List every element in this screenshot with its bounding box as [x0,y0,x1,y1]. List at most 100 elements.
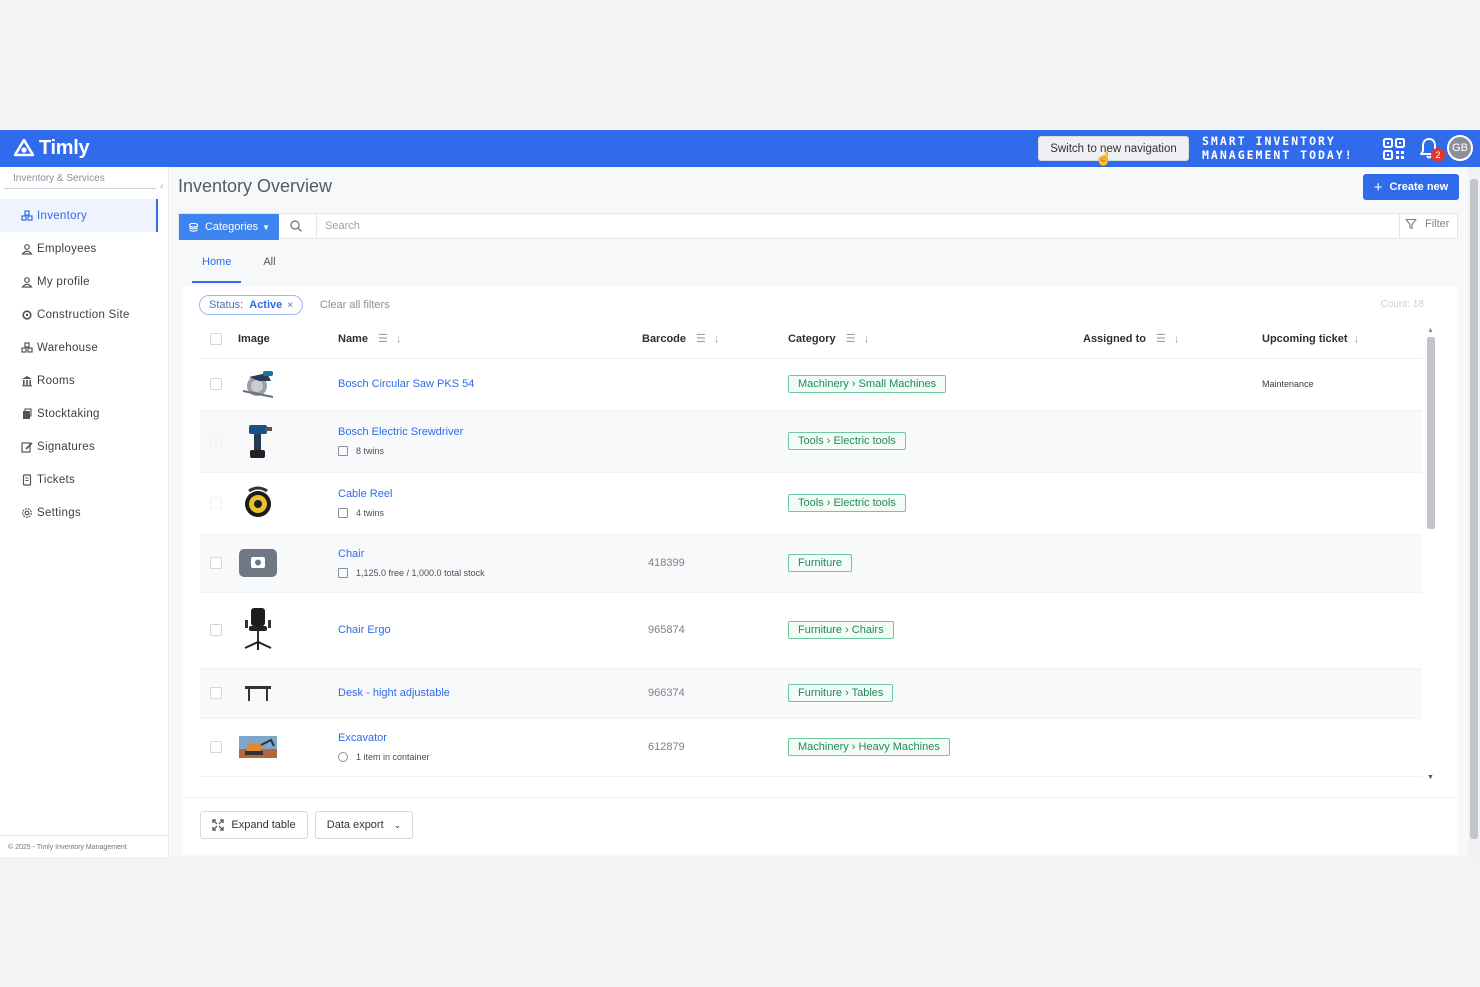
tab-home[interactable]: Home [192,251,242,283]
category-tag[interactable]: Furniture › Chairs [788,621,894,639]
row-checkbox[interactable] [210,741,222,753]
item-thumbnail-drill[interactable] [238,421,278,461]
row-checkbox[interactable] [210,557,222,569]
filter-lines-icon[interactable]: ☰ [1156,333,1166,345]
qr-scan-icon[interactable] [1382,137,1406,161]
item-ticket[interactable]: Maintenance [1262,358,1422,411]
item-barcode [642,410,788,473]
create-new-label: Create new [1389,181,1449,193]
page-scrollbar[interactable] [1468,167,1480,857]
item-thumbnail-chair[interactable] [238,608,278,650]
item-subinfo: 1 item in container [338,752,642,762]
categories-dropdown[interactable]: Categories ▼ [179,214,279,240]
sidebar-item-tickets[interactable]: Tickets [0,463,158,496]
inventory-table-card: Status: Active × Clear all filters Count… [182,287,1458,817]
sidebar-item-stocktaking[interactable]: Stocktaking [0,397,158,430]
user-avatar[interactable]: GB [1447,135,1473,161]
item-name-link[interactable]: Chair [338,548,642,560]
table-row[interactable]: Chair Ergo 965874 Furniture › Chairs [200,592,1422,669]
close-icon[interactable]: × [287,300,293,311]
search-icon[interactable] [289,219,303,233]
category-tag[interactable]: Machinery › Heavy Machines [788,738,950,756]
collapse-sidebar-icon[interactable]: ‹ [160,181,164,193]
sort-down-icon[interactable]: ↓ [714,333,720,345]
filter-lines-icon[interactable]: ☰ [378,333,388,345]
item-thumbnail-excavator[interactable] [238,727,278,767]
item-name-link[interactable]: Chair Ergo [338,624,642,636]
category-tag[interactable]: Tools › Electric tools [788,432,906,450]
logo-text: Timly [39,136,90,159]
table-row[interactable]: Cable Reel 4 twins Tools › Electric tool… [200,472,1422,535]
category-tag[interactable]: Furniture › Tables [788,684,894,702]
table-row[interactable]: Excavator 1 item in container 612879 Mac… [200,718,1422,777]
item-name-link[interactable]: Bosch Circular Saw PKS 54 [338,378,642,390]
data-export-dropdown[interactable]: Data export ⌄ [315,811,413,839]
sidebar-item-employees[interactable]: Employees [0,232,158,265]
table-row[interactable]: Bosch Circular Saw PKS 54 Machinery › Sm… [200,358,1422,411]
item-name-link[interactable]: Excavator [338,732,642,744]
row-checkbox[interactable] [210,378,222,390]
sort-down-icon[interactable]: ↓ [864,333,870,345]
row-checkbox[interactable] [210,624,222,636]
sort-down-icon[interactable]: ↓ [1354,333,1360,345]
filter-lines-icon[interactable]: ☰ [696,333,706,345]
gear-icon [20,308,34,322]
header-name[interactable]: Name ☰ ↓ [338,320,642,359]
item-name-link[interactable]: Bosch Electric Srewdriver [338,426,642,438]
row-checkbox[interactable] [210,497,222,509]
status-filter-chip[interactable]: Status: Active × [199,295,304,315]
item-thumbnail-reel[interactable] [238,483,278,523]
row-checkbox[interactable] [210,687,222,699]
search-bar: Categories ▼ Filter [178,213,1458,240]
tab-all[interactable]: All [253,251,285,283]
sidebar-item-label: Stocktaking [37,407,100,420]
header-ticket[interactable]: Upcoming ticket ↓ [1262,320,1422,359]
sidebar-item-inventory[interactable]: Inventory [0,199,158,232]
item-name-link[interactable]: Cable Reel [338,488,642,500]
chip-key: Status: [209,299,244,311]
select-all-checkbox[interactable] [210,332,222,345]
header-image: Image [238,320,338,359]
sort-down-icon[interactable]: ↓ [396,333,402,345]
sidebar-item-rooms[interactable]: Rooms [0,364,158,397]
table-scrollbar[interactable] [1427,337,1435,529]
category-tag[interactable]: Tools › Electric tools [788,494,906,512]
item-thumbnail-placeholder[interactable] [238,543,278,583]
filter-lines-icon[interactable]: ☰ [846,333,856,345]
sidebar-item-my-profile[interactable]: My profile [0,265,158,298]
building-icon [20,374,34,388]
sidebar-item-settings[interactable]: Settings [0,496,158,529]
sidebar-item-construction-site[interactable]: Construction Site [0,298,158,331]
tagline-line-1: SMART INVENTORY [1202,134,1336,148]
page-scrollbar-thumb[interactable] [1470,179,1478,839]
item-barcode: 612879 [642,718,788,777]
switch-navigation-button[interactable]: Switch to new navigation [1038,136,1189,161]
category-tag[interactable]: Furniture [788,554,853,572]
header-assigned[interactable]: Assigned to ☰ ↓ [1083,320,1262,359]
item-name-link[interactable]: Desk - hight adjustable [338,687,642,699]
scroll-down-arrow-icon[interactable]: ▼ [1427,774,1434,781]
clear-all-filters-link[interactable]: Clear all filters [320,299,390,311]
item-ticket [1262,410,1422,473]
inventory-icon [20,209,34,223]
header-category[interactable]: Category ☰ ↓ [788,320,1083,359]
sidebar-item-warehouse[interactable]: Warehouse [0,331,158,364]
row-checkbox[interactable] [210,435,222,447]
table-row[interactable] [200,776,1422,781]
filter-button[interactable]: Filter [1405,218,1449,230]
table-row[interactable]: Bosch Electric Srewdriver 8 twins Tools … [200,410,1422,473]
scroll-up-arrow-icon[interactable]: ▲ [1427,327,1434,334]
timly-logo[interactable]: Timly [14,136,90,159]
search-input[interactable] [325,218,1385,234]
table-row[interactable]: Chair 1,125.0 free / 1,000.0 total stock… [200,534,1422,593]
sidebar-item-label: Rooms [37,374,75,387]
table-row[interactable]: Desk - hight adjustable 966374 Furniture… [200,668,1422,719]
category-tag[interactable]: Machinery › Small Machines [788,375,947,393]
sidebar-item-signatures[interactable]: Signatures [0,430,158,463]
item-thumbnail-saw[interactable] [238,364,278,404]
create-new-button[interactable]: + Create new [1363,174,1459,200]
item-thumbnail-desk[interactable] [238,673,278,713]
sort-down-icon[interactable]: ↓ [1174,333,1180,345]
header-barcode[interactable]: Barcode ☰ ↓ [642,320,788,359]
expand-table-button[interactable]: Expand table [200,811,308,839]
